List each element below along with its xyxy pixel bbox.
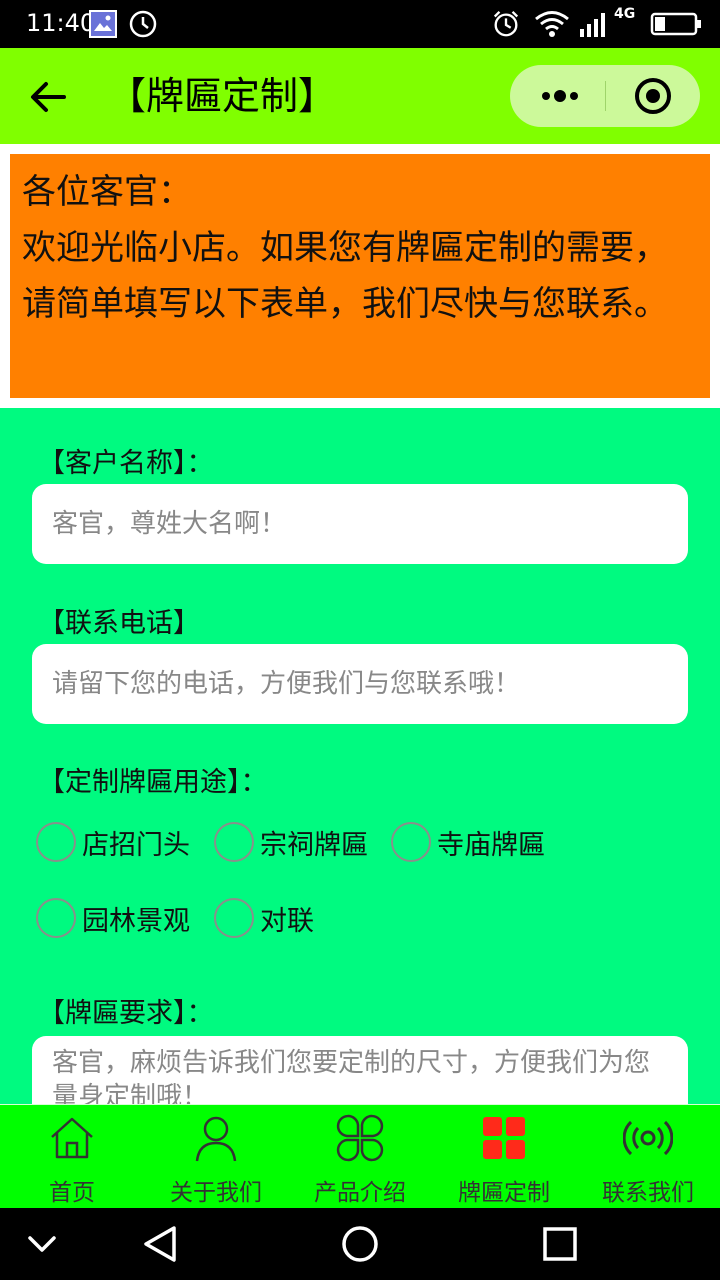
alarm-icon	[493, 10, 519, 37]
radio-label: 店招门头	[82, 829, 190, 861]
radio-circle[interactable]	[391, 822, 431, 862]
tab-label: 关于我们	[170, 1180, 262, 1206]
customer-name-input[interactable]	[32, 484, 688, 564]
radio-label: 对联	[260, 905, 314, 937]
tab-label: 首页	[49, 1180, 95, 1206]
tab-products[interactable]: 产品介绍	[288, 1105, 432, 1209]
home-icon	[51, 1117, 93, 1159]
phone-label: 【联系电话】	[38, 608, 200, 639]
requirements-label: 【牌匾要求】：	[38, 998, 214, 1029]
tab-home[interactable]: 首页	[0, 1105, 144, 1209]
battery-icon	[650, 12, 701, 36]
more-dots-icon[interactable]	[530, 77, 590, 115]
mini-program-capsule	[510, 65, 700, 127]
radio-label: 宗祠牌匾	[260, 829, 368, 861]
target-icon[interactable]	[628, 75, 678, 117]
radio-circle[interactable]	[36, 822, 76, 862]
signal-icon	[580, 13, 605, 37]
nav-home-icon[interactable]	[340, 1224, 380, 1264]
page-title: 【牌匾定制】	[108, 74, 337, 118]
network-type: 4G	[614, 6, 636, 22]
tab-about-us[interactable]: 关于我们	[144, 1105, 288, 1209]
user-icon	[195, 1116, 237, 1162]
gallery-icon	[89, 10, 117, 38]
radio-ancestral-hall[interactable]: 宗祠牌匾	[214, 820, 368, 864]
nav-recents-icon[interactable]	[540, 1224, 580, 1264]
radio-circle[interactable]	[36, 898, 76, 938]
tab-custom-plaque[interactable]: 牌匾定制	[432, 1105, 576, 1209]
app-header: 【牌匾定制】	[0, 48, 720, 144]
order-form: 【客户名称】： 【联系电话】 【定制牌匾用途】： 店招门头 宗祠牌匾 寺庙牌匾 …	[0, 408, 720, 1104]
radio-couplet[interactable]: 对联	[214, 896, 314, 940]
radio-label: 园林景观	[82, 905, 190, 937]
status-bar: 11:40 4G	[0, 0, 720, 48]
system-nav-bar	[0, 1208, 720, 1280]
welcome-notice: 各位客官： 欢迎光临小店。如果您有牌匾定制的需要，请简单填写以下表单，我们尽快与…	[10, 154, 710, 398]
radio-label: 寺庙牌匾	[437, 829, 545, 861]
phone-input[interactable]	[32, 644, 688, 724]
requirements-textarea[interactable]	[32, 1036, 688, 1104]
clover-icon	[336, 1114, 384, 1162]
tab-label: 联系我们	[602, 1180, 694, 1206]
broadcast-icon	[623, 1120, 673, 1156]
capsule-divider	[605, 81, 606, 111]
tab-bar: 首页 关于我们 产品介绍 牌匾定制 联系我们	[0, 1104, 720, 1208]
tab-contact-us[interactable]: 联系我们	[576, 1105, 720, 1209]
radio-circle[interactable]	[214, 822, 254, 862]
notice-greeting: 各位客官：	[22, 172, 192, 212]
status-time: 11:40	[26, 9, 96, 37]
grid-icon	[483, 1117, 525, 1159]
notice-message: 欢迎光临小店。如果您有牌匾定制的需要，请简单填写以下表单，我们尽快与您联系。	[22, 228, 668, 324]
radio-shop-sign[interactable]: 店招门头	[36, 820, 190, 864]
wifi-icon	[535, 11, 569, 37]
radio-temple[interactable]: 寺庙牌匾	[391, 820, 545, 864]
radio-garden[interactable]: 园林景观	[36, 896, 190, 940]
tab-label: 牌匾定制	[458, 1180, 550, 1206]
chevron-down-icon[interactable]	[22, 1224, 62, 1264]
tab-label: 产品介绍	[314, 1180, 406, 1206]
customer-name-label: 【客户名称】：	[38, 448, 214, 479]
clock-icon	[129, 10, 157, 38]
radio-circle[interactable]	[214, 898, 254, 938]
back-arrow-icon[interactable]	[26, 74, 72, 120]
purpose-label: 【定制牌匾用途】：	[38, 767, 268, 798]
nav-back-icon[interactable]	[140, 1224, 180, 1264]
